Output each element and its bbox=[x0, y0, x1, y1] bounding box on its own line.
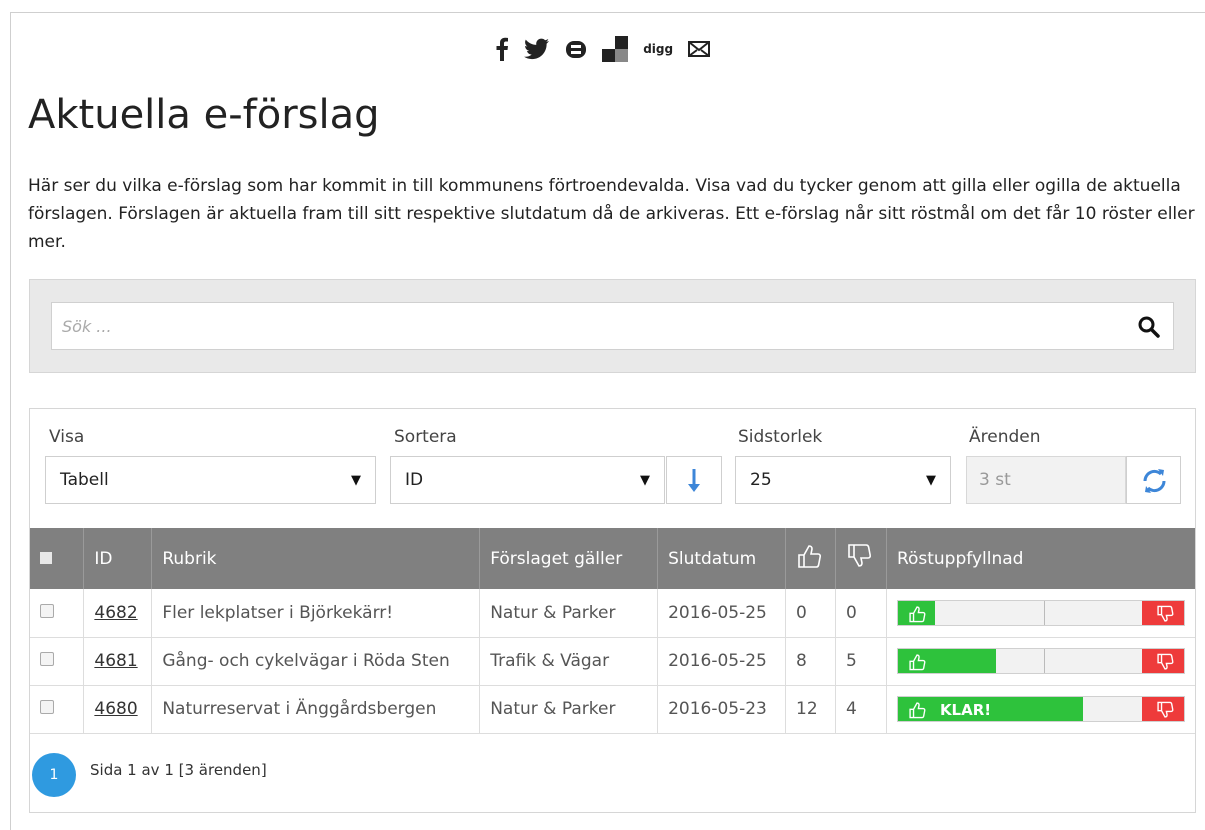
row-select-cell bbox=[30, 685, 85, 733]
view-select[interactable]: Tabell ▼ bbox=[45, 456, 376, 504]
col-end-date[interactable]: Slutdatum bbox=[657, 528, 786, 589]
status-label: KLAR! bbox=[939, 701, 992, 719]
proposal-id-link[interactable]: 4682 bbox=[94, 603, 137, 623]
id-cell: 4681 bbox=[83, 637, 153, 685]
progress-cell bbox=[886, 637, 1195, 685]
twitter-icon[interactable] bbox=[524, 38, 550, 60]
likes-cell: 0 bbox=[785, 589, 836, 637]
sort-direction-button[interactable] bbox=[666, 456, 722, 504]
thumbs-down-icon bbox=[848, 544, 872, 567]
dislikes-cell: 4 bbox=[835, 685, 887, 733]
bloglovin-icon[interactable] bbox=[565, 38, 587, 60]
intro-text: Här ser du vilka e-förslag som har kommi… bbox=[28, 176, 1195, 252]
progress-midline bbox=[1043, 649, 1045, 673]
facebook-icon[interactable] bbox=[495, 37, 509, 61]
table-row: 4682 Fler lekplatser i Björkekärr! Natur &… bbox=[30, 589, 1195, 637]
proposals-panel: Visa Tabell ▼ Sortera ID ▼ Sidstorlek 25… bbox=[29, 408, 1196, 813]
title-cell: Naturreservat i Änggårdsbergen bbox=[151, 685, 481, 733]
count-label: Ärenden bbox=[969, 427, 1041, 447]
pagesize-select-value: 25 bbox=[750, 470, 772, 490]
pagesize-label: Sidstorlek bbox=[738, 427, 823, 447]
like-fill[interactable] bbox=[897, 600, 935, 625]
sort-select-value: ID bbox=[405, 470, 424, 490]
view-select-value: Tabell bbox=[60, 470, 109, 490]
end-date-cell: 2016-05-25 bbox=[657, 637, 786, 685]
end-date-cell: 2016-05-25 bbox=[657, 589, 786, 637]
chevron-down-icon: ▼ bbox=[351, 473, 361, 488]
row-select-cell bbox=[30, 589, 85, 637]
select-all-header[interactable] bbox=[30, 528, 85, 589]
row-checkbox[interactable] bbox=[40, 652, 54, 666]
sort-select[interactable]: ID ▼ bbox=[390, 456, 665, 504]
row-select-cell bbox=[30, 637, 85, 685]
col-dislikes[interactable] bbox=[835, 528, 887, 589]
select-all-checkbox[interactable] bbox=[40, 551, 52, 564]
proposals-table: ID Rubrik Förslaget gäller Slutdatum Rös… bbox=[30, 528, 1195, 734]
count-field: 3 st bbox=[966, 456, 1126, 504]
row-checkbox[interactable] bbox=[40, 700, 54, 714]
vote-progress-bar bbox=[896, 599, 1185, 626]
page-button-1[interactable]: 1 bbox=[32, 753, 76, 797]
title-cell: Gång- och cykelvägar i Röda Sten bbox=[151, 637, 481, 685]
col-progress[interactable]: Röstuppfyllnad bbox=[886, 528, 1195, 589]
sort-label: Sortera bbox=[394, 427, 457, 447]
dislikes-cell: 5 bbox=[835, 637, 887, 685]
like-fill[interactable] bbox=[897, 649, 996, 673]
dislike-fill[interactable] bbox=[1141, 697, 1184, 721]
likes-cell: 12 bbox=[785, 685, 836, 733]
row-checkbox[interactable] bbox=[40, 603, 54, 618]
col-id[interactable]: ID bbox=[83, 528, 153, 589]
delicious-icon[interactable] bbox=[602, 36, 629, 62]
col-likes[interactable] bbox=[785, 528, 836, 589]
search-input[interactable] bbox=[60, 303, 1114, 349]
category-cell: Natur & Parker bbox=[479, 685, 659, 733]
vote-progress-bar: KLAR! bbox=[896, 696, 1185, 722]
col-title[interactable]: Rubrik bbox=[151, 528, 481, 589]
search-icon[interactable] bbox=[1137, 315, 1161, 339]
table-row: 4680 Naturreservat i Änggårdsbergen Natur … bbox=[30, 685, 1195, 733]
digg-icon[interactable]: digg bbox=[643, 42, 673, 56]
pagesize-select[interactable]: 25 ▼ bbox=[735, 456, 951, 504]
like-fill[interactable]: KLAR! bbox=[897, 697, 1083, 721]
refresh-button[interactable] bbox=[1126, 456, 1181, 504]
id-cell: 4682 bbox=[83, 589, 153, 637]
id-cell: 4680 bbox=[83, 685, 153, 733]
table-header-row: ID Rubrik Förslaget gäller Slutdatum Rös… bbox=[30, 528, 1195, 589]
dislike-fill[interactable] bbox=[1141, 600, 1184, 625]
view-label: Visa bbox=[49, 427, 85, 447]
thumbs-up-icon bbox=[798, 545, 822, 568]
social-share-bar: digg bbox=[0, 36, 1205, 62]
page-title: Aktuella e-förslag bbox=[28, 92, 380, 138]
email-icon[interactable] bbox=[688, 41, 711, 57]
likes-cell: 8 bbox=[785, 637, 836, 685]
chevron-down-icon: ▼ bbox=[926, 473, 936, 488]
search-panel bbox=[29, 279, 1196, 373]
page-info: Sida 1 av 1 [3 ärenden] bbox=[90, 761, 267, 779]
dislikes-cell: 0 bbox=[835, 589, 887, 637]
proposal-id-link[interactable]: 4680 bbox=[94, 699, 137, 719]
count-value: 3 st bbox=[979, 470, 1011, 490]
arrow-down-icon bbox=[688, 469, 700, 492]
progress-cell: KLAR! bbox=[886, 685, 1195, 733]
category-cell: Natur & Parker bbox=[479, 589, 659, 637]
progress-cell bbox=[886, 589, 1195, 637]
chevron-down-icon: ▼ bbox=[640, 473, 650, 488]
title-cell: Fler lekplatser i Björkekärr! bbox=[151, 589, 481, 637]
table-row: 4681 Gång- och cykelvägar i Röda Sten Traf… bbox=[30, 637, 1195, 685]
progress-midline bbox=[1043, 600, 1045, 625]
refresh-icon bbox=[1143, 469, 1166, 493]
col-category[interactable]: Förslaget gäller bbox=[479, 528, 659, 589]
proposal-id-link[interactable]: 4681 bbox=[94, 651, 137, 671]
search-box bbox=[51, 302, 1174, 350]
dislike-fill[interactable] bbox=[1141, 649, 1184, 673]
category-cell: Trafik & Vägar bbox=[479, 637, 659, 685]
vote-progress-bar bbox=[896, 648, 1185, 674]
end-date-cell: 2016-05-23 bbox=[657, 685, 786, 733]
